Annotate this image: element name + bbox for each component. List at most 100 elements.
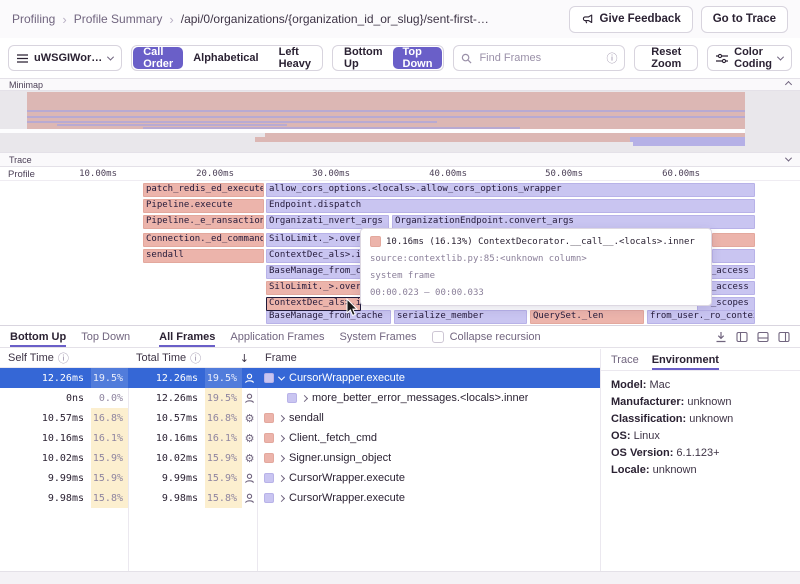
table-row[interactable]: 12.26ms19.5%12.26ms19.5%CursorWrapper.ex…: [0, 368, 600, 388]
profile-axis-label: Profile: [8, 169, 35, 180]
view-top-down[interactable]: Top Down: [393, 47, 443, 69]
flame-frame[interactable]: [712, 233, 755, 247]
self-time-cell: 12.26ms19.5%: [0, 368, 128, 388]
collapse-recursion-checkbox[interactable]: [432, 331, 444, 343]
time-ruler: Profile 10.00ms20.00ms30.00ms40.00ms50.0…: [0, 167, 800, 181]
flame-frame[interactable]: SiloLimit._>.over: [266, 233, 361, 247]
sorting-alphabetical[interactable]: Alphabetical: [183, 47, 268, 69]
chevron-right-icon[interactable]: [278, 414, 285, 421]
layout-right-button[interactable]: [778, 331, 790, 343]
flame-frame[interactable]: patch_redis_ed_execute: [143, 183, 264, 197]
frame-type-user-icon: [242, 393, 257, 404]
chevron-right-icon[interactable]: [278, 474, 285, 481]
tab-trace[interactable]: Trace: [611, 349, 639, 370]
flame-frame[interactable]: allow_cors_options.<locals>.allow_cors_o…: [266, 183, 755, 197]
flame-frame[interactable]: [712, 249, 755, 263]
environment-field-value: 6.1.123+: [676, 447, 719, 459]
frame-cell: Client._fetch_cmd: [257, 428, 600, 448]
flame-frame[interactable]: Pipeline.execute: [143, 199, 264, 213]
table-row[interactable]: 10.02ms15.9%10.02ms15.9%⚙Signer.unsign_o…: [0, 448, 600, 468]
tab-application-frames[interactable]: Application Frames: [230, 326, 324, 347]
minimap-canvas[interactable]: [0, 91, 800, 152]
flame-frame[interactable]: sendall: [143, 249, 264, 263]
flame-frame[interactable]: from_user._ro_context: [647, 310, 755, 324]
layout-left-button[interactable]: [736, 331, 748, 343]
environment-field: Manufacturer: unknown: [611, 394, 790, 411]
flame-graph[interactable]: 10.16ms (16.13%) ContextDecorator.__call…: [0, 181, 800, 325]
give-feedback-button[interactable]: Give Feedback: [569, 6, 693, 33]
total-time-column-header[interactable]: Total Time ⓘ ↓: [128, 349, 257, 367]
sorting-left-heavy[interactable]: Left Heavy: [269, 47, 321, 69]
environment-field-label: OS Version:: [611, 447, 676, 459]
tab-system-frames[interactable]: System Frames: [340, 326, 417, 347]
layout-bottom-button[interactable]: [757, 331, 769, 343]
flame-frame[interactable]: Endpoint.dispatch: [266, 199, 755, 213]
total-time-value: 10.02ms: [156, 453, 198, 464]
sorting-call-order[interactable]: Call Order: [133, 47, 183, 69]
chevron-right-icon[interactable]: [278, 454, 285, 461]
minimap-header[interactable]: Minimap: [0, 78, 800, 91]
frame-color-swatch: [264, 413, 274, 423]
ruler-tick: 10.00ms: [57, 169, 117, 179]
tab-top-down[interactable]: Top Down: [81, 326, 130, 347]
frame-color-swatch: [264, 453, 274, 463]
frame-label: Frame: [265, 352, 297, 364]
flame-frame[interactable]: Pipeline._e_ransaction: [143, 215, 264, 229]
breadcrumb-profile-summary[interactable]: Profile Summary: [74, 12, 163, 26]
trace-header[interactable]: Trace: [0, 152, 800, 167]
thread-selector[interactable]: uWSGIWor…: [8, 45, 122, 71]
flame-frame[interactable]: Connection._ed_command: [143, 233, 264, 247]
total-time-percent: 19.5%: [205, 388, 242, 408]
bottom-scrollbar-track[interactable]: [0, 571, 800, 584]
flame-frame[interactable]: ContextDec_als>.i: [266, 249, 361, 263]
self-time-percent: 16.1%: [91, 428, 128, 448]
environment-field-label: OS:: [611, 430, 634, 442]
self-time-column-header[interactable]: Self Time ⓘ: [0, 349, 128, 367]
table-row[interactable]: 9.99ms15.9%9.99ms15.9%CursorWrapper.exec…: [0, 468, 600, 488]
environment-field: Locale: unknown: [611, 462, 790, 479]
table-row[interactable]: 10.16ms16.1%10.16ms16.1%⚙Client._fetch_c…: [0, 428, 600, 448]
tab-bottom-up[interactable]: Bottom Up: [10, 326, 66, 347]
frame-type-gear-icon: ⚙: [242, 433, 257, 444]
flame-frame[interactable]: BaseManage_from_cache: [266, 310, 391, 324]
color-coding-label: Color Coding: [734, 46, 772, 70]
tab-environment[interactable]: Environment: [652, 349, 719, 370]
table-row[interactable]: 10.57ms16.8%10.57ms16.8%⚙sendall: [0, 408, 600, 428]
frame-column-header[interactable]: Frame: [257, 349, 600, 367]
frame-color-swatch: [370, 236, 381, 247]
go-to-trace-button[interactable]: Go to Trace: [701, 6, 788, 33]
find-frames-input[interactable]: [477, 51, 601, 65]
frame-color-swatch: [264, 493, 274, 503]
flame-frame[interactable]: serialize_member: [394, 310, 527, 324]
self-time-cell: 9.98ms15.8%: [0, 488, 128, 508]
table-row[interactable]: 9.98ms15.8%9.98ms15.8%CursorWrapper.exec…: [0, 488, 600, 508]
flame-frame[interactable]: BaseManage_from_c: [266, 265, 361, 279]
flame-frame[interactable]: SiloLimit._>.over: [266, 281, 361, 295]
reset-zoom-button[interactable]: Reset Zoom: [634, 45, 698, 71]
total-time-cell: 9.99ms15.9%: [128, 468, 257, 488]
chevron-down-icon: [107, 53, 114, 60]
total-time-cell: 10.57ms16.8%⚙: [128, 408, 257, 428]
sort-descending-icon[interactable]: ↓: [240, 352, 249, 365]
breadcrumb-profiling[interactable]: Profiling: [12, 12, 55, 26]
chevron-right-icon[interactable]: [278, 434, 285, 441]
export-download-button[interactable]: [715, 331, 727, 343]
self-time-cell: 10.16ms16.1%: [0, 428, 128, 448]
chevron-right-icon[interactable]: [278, 494, 285, 501]
environment-field: OS Version: 6.1.123+: [611, 445, 790, 462]
self-time-percent: 16.8%: [91, 408, 128, 428]
chevron-up-icon[interactable]: [785, 81, 792, 88]
chevron-down-icon[interactable]: [785, 155, 792, 162]
details-panel: Trace Environment Model: MacManufacturer…: [600, 349, 800, 571]
flame-frame[interactable]: Organizati_nvert_args: [266, 215, 389, 229]
view-bottom-up[interactable]: Bottom Up: [334, 47, 393, 69]
color-coding-selector[interactable]: Color Coding: [707, 45, 792, 71]
flame-frame[interactable]: QuerySet._len: [530, 310, 644, 324]
tab-all-frames[interactable]: All Frames: [159, 326, 215, 347]
table-row[interactable]: 0ns0.0%12.26ms19.5%more_better_error_mes…: [0, 388, 600, 408]
flame-frame[interactable]: OrganizationEndpoint.convert_args: [392, 215, 755, 229]
chevron-right-icon[interactable]: [301, 394, 308, 401]
minimap-block: [255, 137, 630, 142]
chevron-right-icon: ›: [169, 12, 173, 27]
chevron-down-icon[interactable]: [278, 373, 285, 380]
